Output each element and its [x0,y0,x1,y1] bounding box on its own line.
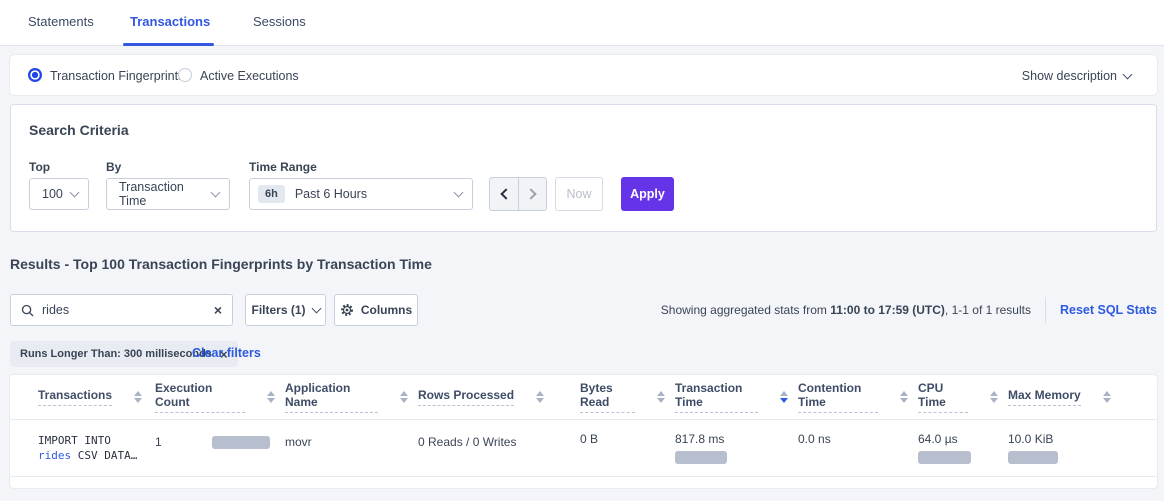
clear-search-icon[interactable]: × [214,303,222,317]
sort-icon[interactable] [780,391,788,403]
filter-pill-label: Runs Longer Than: 300 milliseconds [20,348,212,360]
tab-statements[interactable]: Statements [28,14,94,29]
radio-transaction-fingerprints[interactable] [28,68,42,82]
radio-active-executions[interactable] [178,68,192,82]
table-name-link[interactable]: rides [38,449,71,462]
tab-transactions[interactable]: Transactions [130,14,210,29]
transaction-time-bar [675,451,727,464]
chevron-down-icon [1123,70,1133,80]
execution-count-value: 1 [155,435,212,449]
sort-icon[interactable] [536,391,544,403]
show-description-toggle[interactable]: Show description [1022,69,1131,83]
results-table: Transactions Execution Count Application… [10,375,1157,488]
aggregated-stats-line: Showing aggregated stats from 11:00 to 1… [661,294,1157,326]
execution-count-cell: 1 [147,420,275,476]
next-time-window-button[interactable] [518,178,546,210]
column-header-cpu-time[interactable]: CPU Time [908,381,998,413]
sort-icon[interactable] [134,391,142,403]
stats-text: Showing aggregated stats from 11:00 to 1… [661,303,1031,317]
by-select[interactable]: Transaction Time [106,178,230,210]
sort-icon[interactable] [400,391,408,403]
cpu-time-cell: 64.0 µs [908,420,998,476]
time-range-field-label: Time Range [249,160,317,174]
active-tab-underline [123,43,214,46]
tab-sessions[interactable]: Sessions [253,14,306,29]
max-memory-bar [1008,451,1058,464]
chevron-down-icon [454,187,464,197]
time-window-pager [489,177,547,211]
time-range-badge: 6h [258,185,285,203]
application-name-cell: movr [275,420,408,476]
column-header-max-memory[interactable]: Max Memory [998,388,1157,406]
time-range-value: Past 6 Hours [295,187,367,201]
apply-button[interactable]: Apply [621,177,674,211]
chevron-right-icon [525,188,536,199]
columns-button[interactable]: Columns [334,294,418,326]
search-criteria-title: Search Criteria [29,122,129,138]
column-header-application-name[interactable]: Application Name [275,381,408,413]
previous-time-window-button[interactable] [490,178,518,210]
search-icon [21,304,34,317]
sort-icon[interactable] [267,391,275,403]
radio-label-active-executions[interactable]: Active Executions [200,69,299,83]
sort-icon[interactable] [900,391,908,403]
results-search-box[interactable]: × [10,294,233,326]
results-heading: Results - Top 100 Transaction Fingerprin… [10,256,432,272]
sort-icon[interactable] [990,391,998,403]
statement-line2: rides CSV DATA… [38,448,147,463]
vertical-divider [1045,297,1046,323]
max-memory-cell: 10.0 KiB [998,420,1157,476]
contention-time-cell: 0.0 ns [788,420,908,476]
chevron-left-icon [500,188,511,199]
gear-icon [340,303,354,317]
top-tab-bar: Statements Transactions Sessions [0,0,1164,46]
cpu-time-value: 64.0 µs [918,432,998,446]
transaction-time-value: 817.8 ms [675,432,788,446]
statement-line1: IMPORT INTO [38,433,147,448]
sort-icon[interactable] [1103,391,1111,403]
show-description-label: Show description [1022,69,1117,83]
now-button[interactable]: Now [555,177,603,211]
radio-label-fingerprints[interactable]: Transaction Fingerprints [50,69,184,83]
execution-count-bar [212,436,270,449]
rows-processed-cell: 0 Reads / 0 Writes [408,420,570,476]
transaction-statement-cell[interactable]: IMPORT INTO rides CSV DATA… [10,420,147,476]
top-select[interactable]: 100 [29,178,89,210]
clear-filters-link[interactable]: Clear filters [192,346,261,360]
time-range-select[interactable]: 6h Past 6 Hours [249,178,473,210]
columns-button-label: Columns [361,303,412,317]
view-toggle-card: Transaction Fingerprints Active Executio… [10,55,1157,95]
top-select-value: 100 [42,187,63,201]
search-input[interactable] [42,303,214,317]
max-memory-value: 10.0 KiB [1008,432,1157,446]
column-header-execution-count[interactable]: Execution Count [147,381,275,413]
chevron-down-icon [311,303,321,313]
filters-button[interactable]: Filters (1) [245,294,326,326]
top-field-label: Top [29,160,50,174]
column-header-transactions[interactable]: Transactions [10,388,147,406]
table-header-row: Transactions Execution Count Application… [10,375,1157,420]
column-header-contention-time[interactable]: Contention Time [788,381,908,413]
transaction-time-cell: 817.8 ms [665,420,788,476]
search-criteria-card: Search Criteria Top By Time Range 100 Tr… [10,104,1157,232]
cpu-time-bar [918,451,971,464]
bytes-read-cell: 0 B [570,420,665,476]
filters-button-label: Filters (1) [251,303,305,317]
column-header-bytes-read[interactable]: Bytes Read [570,381,665,413]
sort-icon[interactable] [657,391,665,403]
by-field-label: By [106,160,121,174]
column-header-transaction-time[interactable]: Transaction Time [665,381,788,413]
column-header-rows-processed[interactable]: Rows Processed [408,388,570,406]
chevron-down-icon [70,187,80,197]
reset-sql-stats-link[interactable]: Reset SQL Stats [1060,303,1157,317]
transactions-page: Statements Transactions Sessions Transac… [0,0,1164,501]
table-row: IMPORT INTO rides CSV DATA… 1 movr 0 Rea… [10,420,1157,477]
by-select-value: Transaction Time [119,180,212,208]
